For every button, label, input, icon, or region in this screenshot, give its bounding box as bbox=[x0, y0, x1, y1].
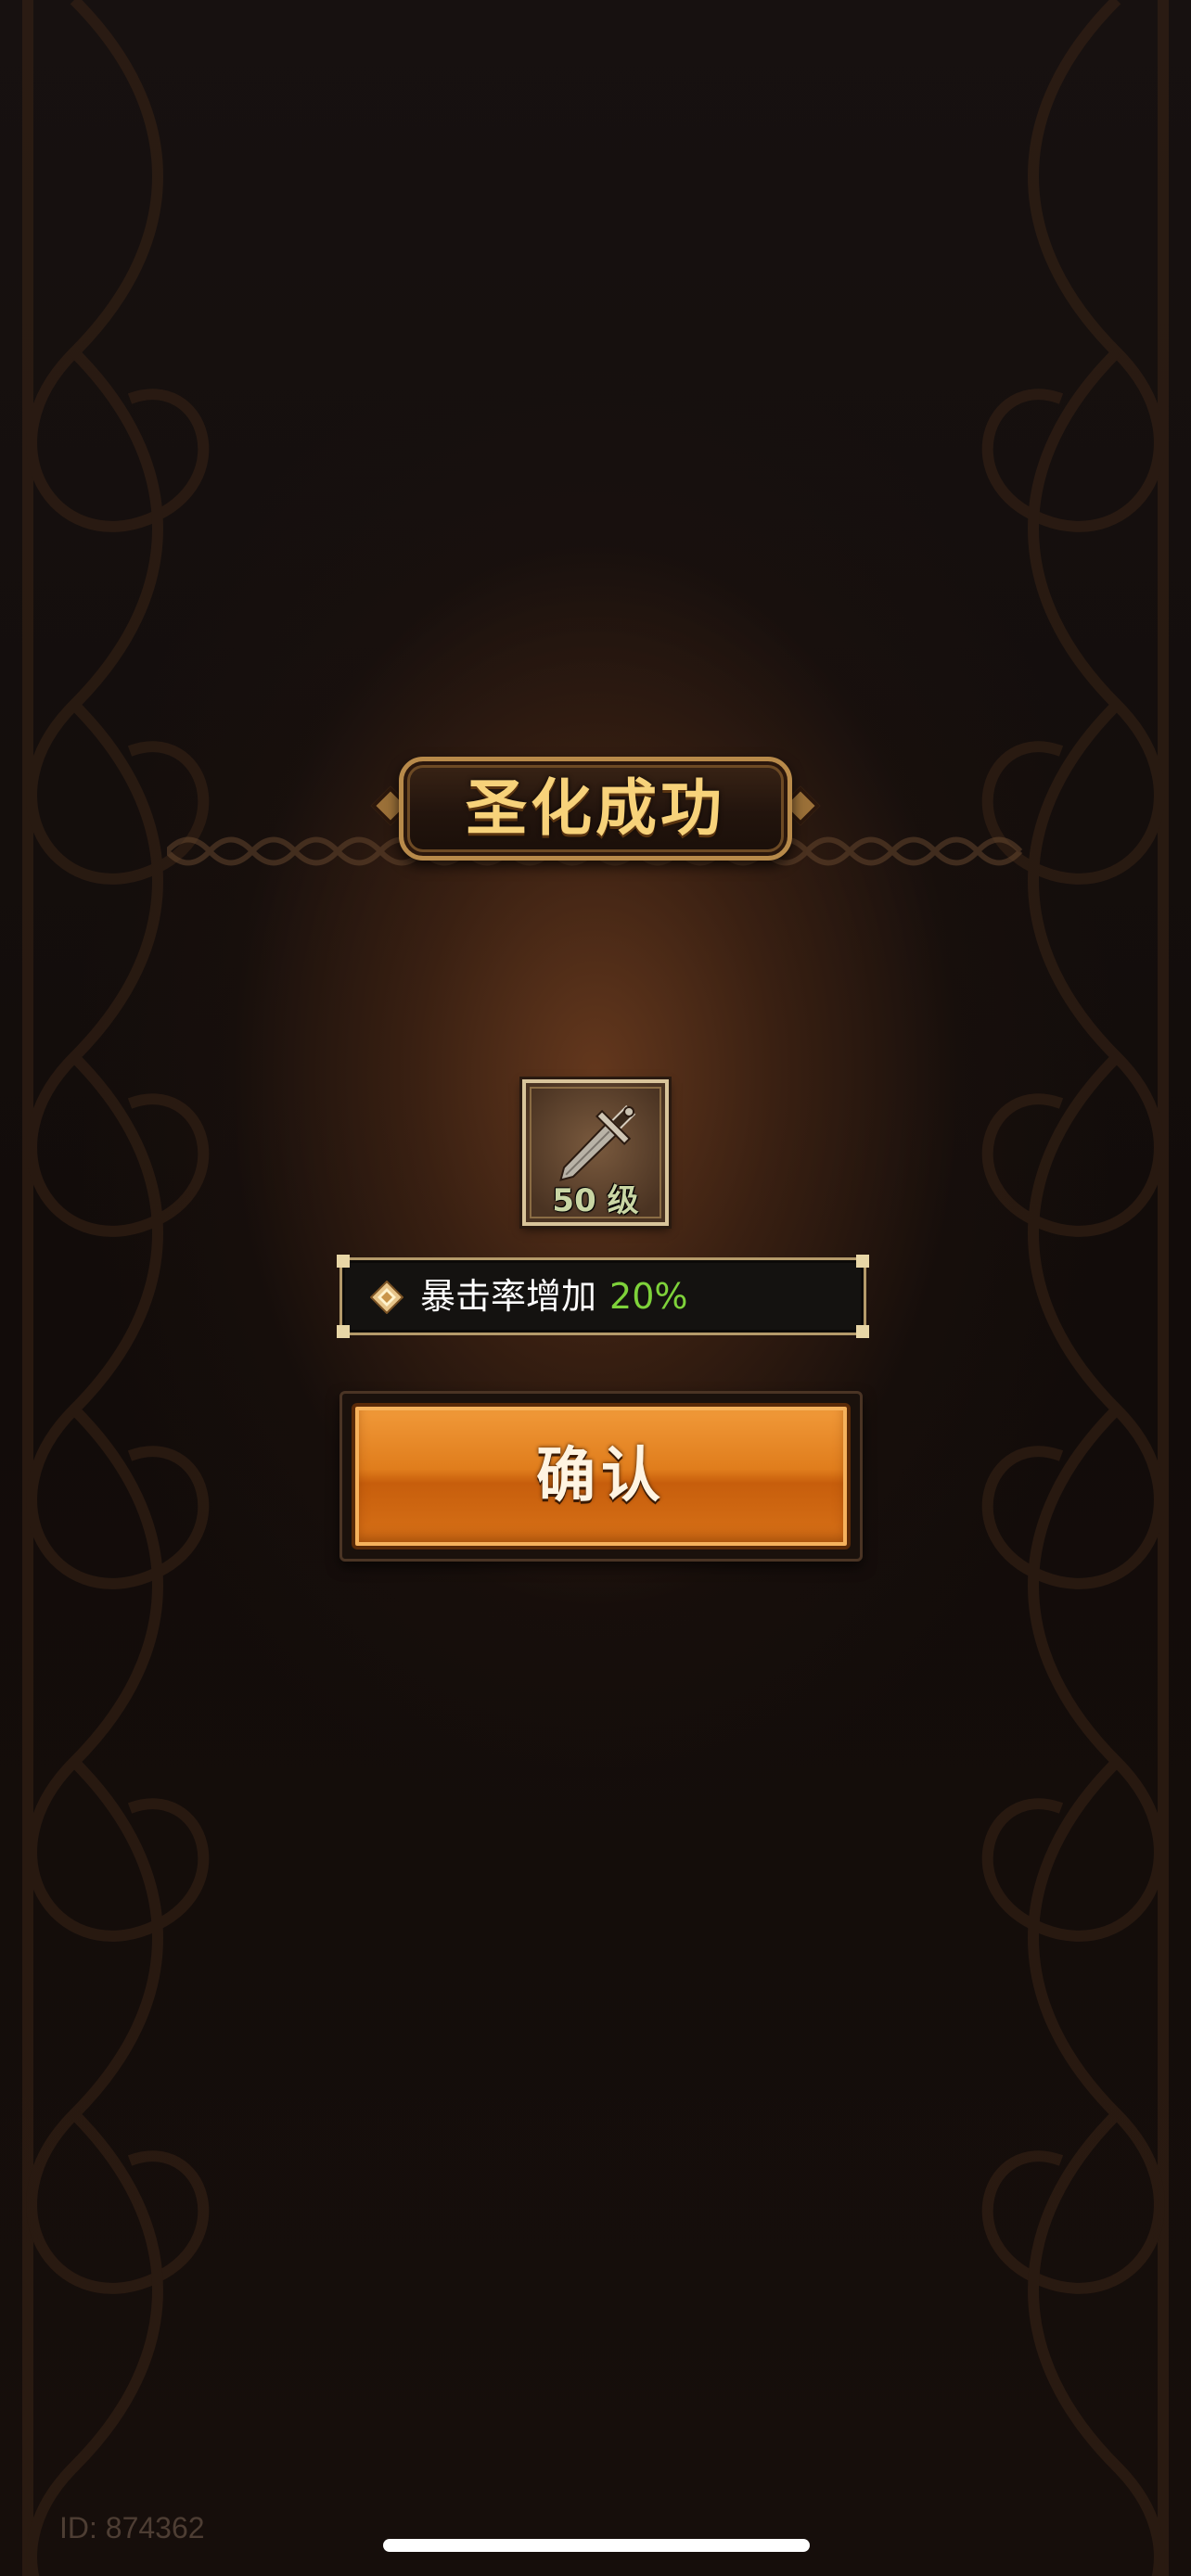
corner-ornament bbox=[337, 1255, 350, 1268]
attribute-text: 暴击率增加 20% bbox=[420, 1260, 687, 1333]
corner-ornament bbox=[856, 1325, 869, 1338]
confirm-button[interactable]: 确认 bbox=[352, 1403, 851, 1549]
title-banner: 圣化成功 bbox=[352, 742, 839, 881]
corner-ornament bbox=[337, 1325, 350, 1338]
item-slot[interactable]: 50 级 bbox=[522, 1079, 669, 1226]
diamond-sparkle-icon bbox=[370, 1281, 403, 1314]
home-indicator[interactable] bbox=[383, 2539, 810, 2552]
corner-ornament bbox=[856, 1255, 869, 1268]
confirm-button-frame: 确认 bbox=[339, 1391, 863, 1562]
attribute-bar: 暴击率增加 20% bbox=[337, 1255, 869, 1338]
attribute-label: 暴击率增加 bbox=[420, 1276, 597, 1317]
game-screen: 圣化成功 50 级 暴击率增加 20% 确认 ID: 874362 bbox=[0, 0, 1191, 2576]
item-level-label: 50 级 bbox=[552, 1182, 639, 1219]
left-ornament-border bbox=[22, 0, 210, 2576]
player-id-label: ID: 874362 bbox=[59, 2511, 205, 2544]
confirm-button-label: 确认 bbox=[536, 1442, 666, 1511]
right-ornament-border bbox=[981, 0, 1169, 2576]
attribute-value: 20% bbox=[609, 1276, 688, 1317]
dialog-title: 圣化成功 bbox=[466, 772, 725, 844]
